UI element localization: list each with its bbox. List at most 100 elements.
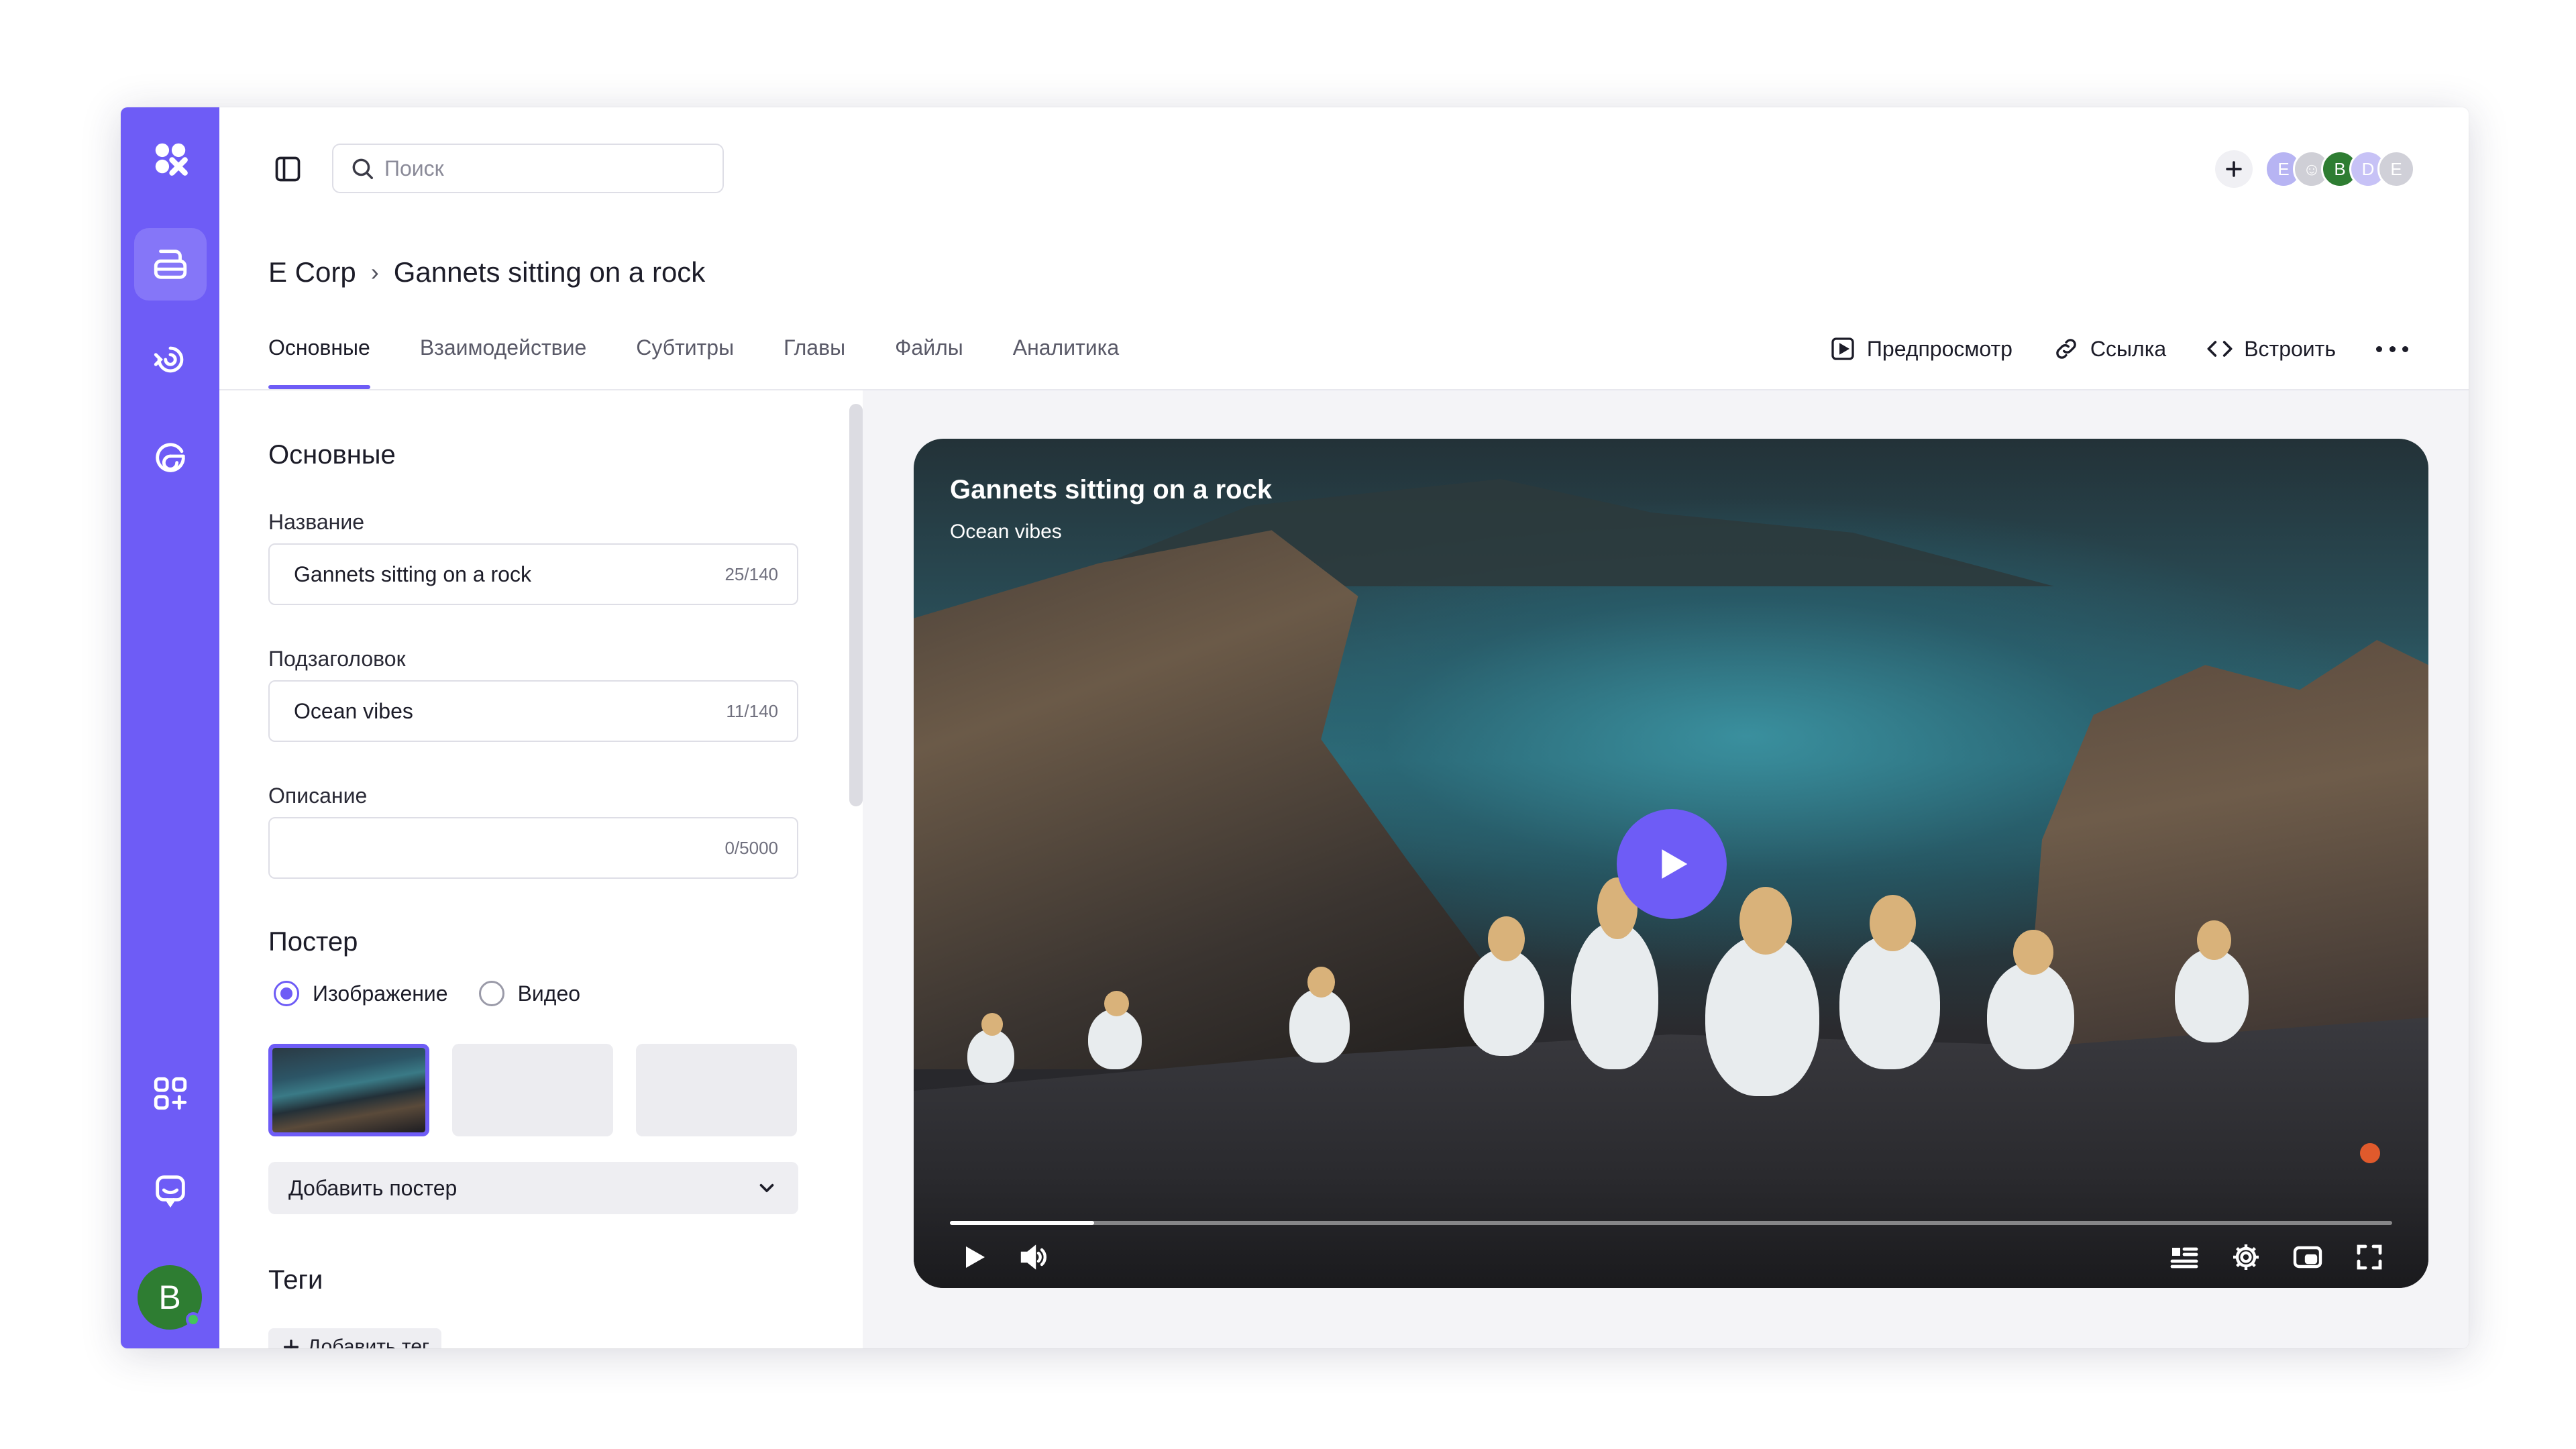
breadcrumb-separator: › — [370, 258, 379, 286]
settings-control[interactable] — [2227, 1238, 2265, 1276]
chapters-control[interactable] — [2165, 1238, 2203, 1276]
link-button[interactable]: Ссылка — [2053, 335, 2166, 362]
embed-button[interactable]: Встроить — [2206, 335, 2336, 362]
add-poster-dropdown[interactable]: Добавить постер — [268, 1162, 798, 1214]
user-avatar[interactable]: B — [138, 1265, 202, 1330]
collaborator-avatar[interactable]: E — [2377, 150, 2415, 188]
poster-option-video[interactable]: Видео — [478, 981, 581, 1006]
video-player[interactable]: Gannets sitting on a rock Ocean vibes — [914, 439, 2428, 1288]
breadcrumb: E Corp › Gannets sitting on a rock — [268, 256, 705, 288]
poster-option-image-label: Изображение — [313, 981, 448, 1006]
play-control[interactable] — [955, 1238, 993, 1276]
subtitle-label: Подзаголовок — [268, 647, 406, 671]
preview-label: Предпросмотр — [1866, 336, 2012, 361]
volume-icon — [1020, 1244, 1046, 1270]
apps-icon[interactable] — [134, 1057, 207, 1130]
app-window: B E☺BDE E Corp › Gannets sitting on a ro… — [121, 107, 2469, 1348]
more-options-icon[interactable] — [2376, 345, 2408, 352]
tab-item[interactable]: Взаимодействие — [420, 322, 586, 389]
plus-icon — [2226, 161, 2242, 177]
chapters-icon — [2170, 1247, 2198, 1269]
add-poster-label: Добавить постер — [288, 1175, 458, 1200]
tab-item[interactable]: Аналитика — [1013, 322, 1119, 389]
video-actions: Предпросмотр Ссылка Встроить — [1789, 329, 2408, 369]
gannet — [2175, 920, 2249, 1042]
poster-image — [272, 1048, 425, 1132]
preview-icon — [1831, 337, 1854, 360]
search-input[interactable] — [384, 156, 706, 181]
gannet — [1705, 887, 1819, 1096]
poster-thumbnail-empty[interactable] — [452, 1044, 613, 1136]
tab-item[interactable]: Основные — [268, 322, 370, 389]
user-avatar-initial: B — [158, 1279, 181, 1316]
fullscreen-control[interactable] — [2351, 1238, 2388, 1276]
breadcrumb-org[interactable]: E Corp — [268, 256, 356, 288]
description-counter: 0/5000 — [724, 837, 778, 858]
section-tags-heading: Теги — [268, 1265, 323, 1295]
chevron-down-icon — [759, 1183, 774, 1193]
add-tag-label: Добавить тег — [307, 1336, 429, 1348]
form-scrollbar[interactable] — [849, 404, 863, 806]
hotspot-dot[interactable] — [2360, 1143, 2380, 1163]
poster-type-group: Изображение Видео — [274, 981, 611, 1006]
library-icon[interactable] — [134, 228, 207, 301]
preview-button[interactable]: Предпросмотр — [1829, 335, 2012, 362]
tab-item[interactable]: Главы — [784, 322, 845, 389]
volume-control[interactable] — [1014, 1238, 1052, 1276]
subtitle-field[interactable]: Ocean vibes 11/140 — [268, 680, 798, 742]
code-icon — [2207, 341, 2233, 357]
analytics-icon[interactable] — [134, 420, 207, 492]
search-box[interactable] — [332, 144, 724, 193]
miniplayer-control[interactable] — [2289, 1238, 2326, 1276]
link-label: Ссылка — [2090, 336, 2167, 361]
poster-thumbnail-selected[interactable] — [268, 1044, 429, 1136]
add-tag-button[interactable]: Добавить тег — [268, 1328, 441, 1348]
radio-image[interactable] — [274, 981, 299, 1006]
play-icon — [1662, 849, 1688, 879]
poster-option-image[interactable]: Изображение — [274, 981, 448, 1006]
collaborator-avatars: E ☺ B D E — [2265, 150, 2415, 188]
subtitle-counter: 11/140 — [726, 700, 778, 721]
gannet — [967, 1013, 1014, 1083]
gannet — [1464, 916, 1544, 1056]
logo-icon[interactable] — [134, 122, 207, 195]
video-scene-cliff-left — [914, 530, 1531, 1069]
name-value: Gannets sitting on a rock — [294, 561, 531, 586]
tab-item[interactable]: Субтитры — [636, 322, 734, 389]
embed-label: Встроить — [2244, 336, 2336, 361]
tab-item[interactable]: Файлы — [895, 322, 963, 389]
left-rail: B — [121, 107, 219, 1348]
broadcast-icon[interactable] — [134, 323, 207, 396]
gannet — [1839, 895, 1940, 1069]
subtitle-value: Ocean vibes — [294, 698, 413, 723]
add-collaborator-button[interactable] — [2215, 150, 2253, 188]
name-label: Название — [268, 510, 364, 534]
progress-bar[interactable] — [950, 1221, 2392, 1225]
gannet — [1088, 991, 1142, 1069]
name-field[interactable]: Gannets sitting on a rock 25/140 — [268, 543, 798, 605]
fullscreen-icon — [2357, 1244, 2382, 1270]
plus-icon — [283, 1339, 299, 1348]
chat-icon[interactable] — [134, 1154, 207, 1226]
miniplayer-icon — [2293, 1246, 2322, 1269]
video-title: Gannets sitting on a rock — [950, 475, 1273, 504]
poster-thumbnail-empty[interactable] — [636, 1044, 797, 1136]
gannet — [1987, 930, 2074, 1069]
section-poster-heading: Постер — [268, 927, 358, 957]
collaborators-group: E ☺ B D E — [2215, 149, 2415, 189]
play-icon — [966, 1246, 985, 1268]
section-main-heading: Основные — [268, 440, 396, 470]
big-play-button[interactable] — [1617, 809, 1727, 919]
description-field[interactable]: 0/5000 — [268, 817, 798, 879]
poster-option-video-label: Видео — [517, 981, 581, 1006]
gannet — [1571, 877, 1658, 1069]
online-status-dot — [186, 1312, 201, 1327]
link-icon — [2056, 339, 2076, 359]
radio-video[interactable] — [478, 981, 504, 1006]
gear-icon — [2233, 1244, 2259, 1270]
top-bar: E☺BDE — [219, 107, 2469, 228]
description-label: Описание — [268, 784, 368, 808]
gannet — [1289, 967, 1350, 1063]
sidebar-toggle-icon[interactable] — [273, 154, 303, 184]
name-counter: 25/140 — [724, 564, 778, 584]
